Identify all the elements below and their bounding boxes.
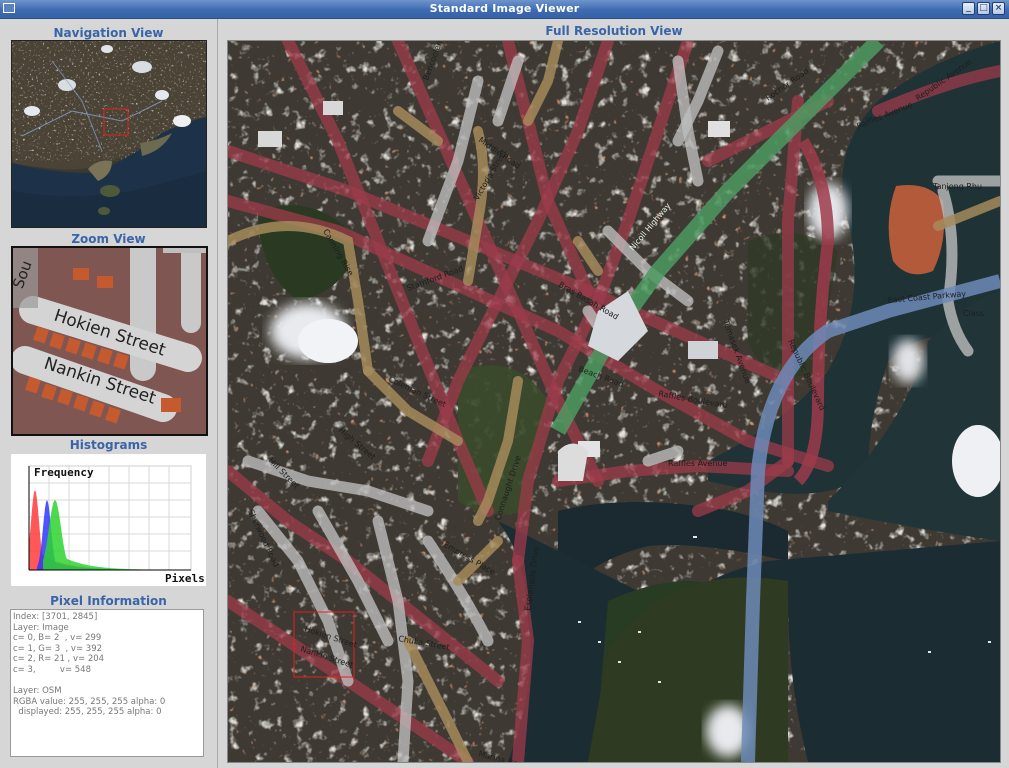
maximize-button[interactable]: □ <box>977 2 990 15</box>
histogram-y-label: Frequency <box>34 466 94 479</box>
label-class: Class <box>963 309 984 318</box>
pixel-info-line: Layer: Image <box>13 622 69 633</box>
pixel-info-line: displayed: 255, 255, 255 alpha: 0 <box>13 707 162 718</box>
close-button[interactable]: × <box>992 2 1005 15</box>
label-raffles-avenue-2: Raffles Avenue <box>668 459 727 468</box>
pixel-info-line <box>13 676 203 687</box>
pixel-info-line: RGBA value: 255, 255, 255 alpha: 0 <box>13 696 166 707</box>
pixel-info-line: c= 0, B= 2 , v= 299 <box>13 633 102 644</box>
window-title: Standard Image Viewer <box>429 2 580 15</box>
right-panel: Full Resolution View Tanjong Rhu East Co… <box>219 19 1009 768</box>
zoom-view-title: Zoom View <box>71 232 146 246</box>
minimize-button[interactable]: _ <box>962 2 975 15</box>
navigation-view[interactable] <box>11 40 207 228</box>
full-resolution-title: Full Resolution View <box>545 24 683 38</box>
navigation-view-title: Navigation View <box>53 26 164 40</box>
zoom-view[interactable]: Sou Hokien Street Nankin Street <box>11 246 208 436</box>
full-resolution-view[interactable]: Tanjong Rhu East Coast Parkway Raffles A… <box>227 40 1001 763</box>
title-bar: Standard Image Viewer _ □ × <box>0 0 1009 19</box>
histogram-panel: Frequency Pixels <box>11 454 206 586</box>
pixel-info-line: Index: [3701, 2845] <box>13 612 98 622</box>
histogram-x-label: Pixels <box>165 572 205 585</box>
pixel-information-title: Pixel Information <box>50 594 167 608</box>
histograms-title: Histograms <box>69 438 148 452</box>
pixel-info-line: c= 1, G= 3 , v= 392 <box>13 643 103 654</box>
pixel-information-text: Index: [3701, 2845] Layer: Image c= 0, B= … <box>10 609 204 757</box>
label-tanjong-rhu: Tanjong Rhu <box>932 182 982 191</box>
pixel-info-line: c= 2, R= 21 , v= 204 <box>13 654 105 665</box>
pixel-info-line: c= 3, v= 548 <box>13 664 92 675</box>
pixel-info-line: Layer: OSM <box>13 686 62 697</box>
left-panel: Navigation View Zoom View Sou Hokien Str… <box>0 19 218 768</box>
